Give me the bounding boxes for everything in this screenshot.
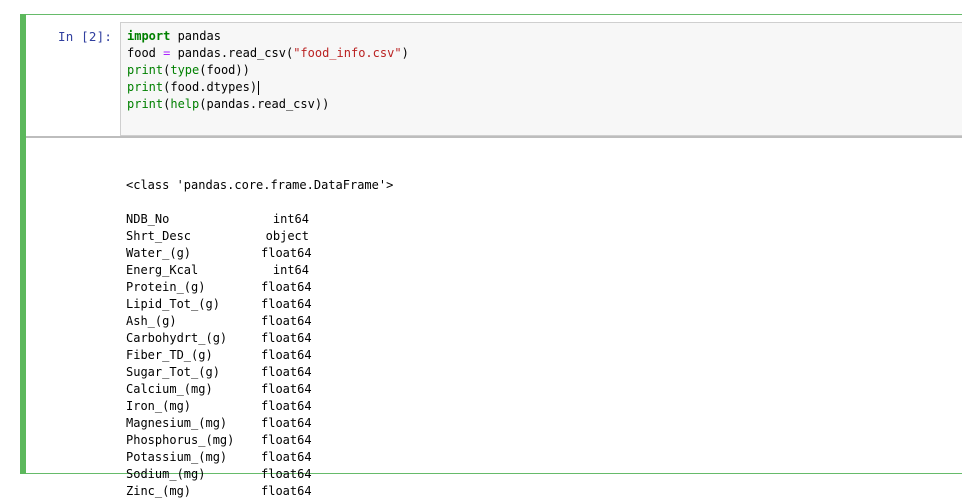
column-dtype: float64: [261, 365, 312, 379]
column-dtype: float64: [261, 348, 312, 362]
column-name: Phosphorus_(mg): [126, 433, 235, 447]
input-prompt: In [2]:: [58, 29, 113, 44]
dtype-row: Energ_Kcal int64: [126, 262, 393, 279]
column-name: Sodium_(mg): [126, 467, 206, 481]
column-name: Protein_(g): [126, 280, 206, 294]
column-dtype: float64: [261, 484, 312, 498]
column-name: Sugar_Tot_(g): [126, 365, 220, 379]
output-class-line: <class 'pandas.core.frame.DataFrame'>: [126, 178, 394, 192]
code-line[interactable]: print(help(pandas.read_csv)): [127, 96, 409, 113]
code-token: pandas.read_csv(: [170, 46, 294, 60]
dtype-row: Zinc_(mg) float64: [126, 483, 393, 500]
dtype-row: Calcium_(mg) float64: [126, 381, 393, 398]
column-dtype: float64: [261, 399, 312, 413]
column-name: Magnesium_(mg): [126, 416, 228, 430]
code-line[interactable]: food = pandas.read_csv("food_info.csv"): [127, 45, 409, 62]
column-name: Carbohydrt_(g): [126, 331, 228, 345]
column-dtype: int64: [272, 212, 309, 226]
dtype-row: Magnesium_(mg) float64: [126, 415, 393, 432]
column-dtype: float64: [261, 382, 312, 396]
column-dtype: float64: [261, 467, 312, 481]
column-dtype: float64: [261, 246, 312, 260]
column-name: NDB_No: [126, 212, 170, 226]
column-dtype: float64: [261, 450, 312, 464]
code-token: "food_info.csv": [293, 46, 402, 60]
code-token: (pandas.read_csv)): [199, 97, 330, 111]
column-dtype: int64: [272, 263, 309, 277]
dtype-row: Protein_(g) float64: [126, 279, 393, 296]
dtype-row: Sodium_(mg) float64: [126, 466, 393, 483]
column-name: Zinc_(mg): [126, 484, 192, 498]
column-name: Fiber_TD_(g): [126, 348, 213, 362]
column-name: Energ_Kcal: [126, 263, 199, 277]
code-line[interactable]: import pandas: [127, 28, 409, 45]
cell-selected-indicator: [20, 14, 26, 474]
code-token: help: [170, 97, 200, 111]
column-dtype: float64: [261, 297, 312, 311]
column-name: Calcium_(mg): [126, 382, 213, 396]
code-line[interactable]: print(type(food)): [127, 62, 409, 79]
code-token: type: [170, 63, 200, 77]
cell-output: <class 'pandas.core.frame.DataFrame'> ND…: [126, 143, 393, 500]
code-content[interactable]: import pandas food = pandas.read_csv("foo…: [127, 28, 409, 113]
dtype-row: Fiber_TD_(g) float64: [126, 347, 393, 364]
code-token: print: [127, 63, 164, 77]
code-line[interactable]: print(food.dtypes): [127, 79, 409, 96]
column-name: Lipid_Tot_(g): [126, 297, 220, 311]
column-dtype: float64: [261, 280, 312, 294]
column-dtype: float64: [261, 416, 312, 430]
column-dtype: object: [265, 229, 309, 243]
column-name: Ash_(g): [126, 314, 177, 328]
dtype-row: Carbohydrt_(g) float64: [126, 330, 393, 347]
code-token: (food.dtypes): [163, 80, 258, 94]
column-name: Water_(g): [126, 246, 192, 260]
column-dtype: float64: [261, 433, 312, 447]
code-token: import: [127, 29, 171, 43]
code-token: print: [127, 97, 164, 111]
dtype-row: Potassium_(mg) float64: [126, 449, 393, 466]
dtype-row: Phosphorus_(mg) float64: [126, 432, 393, 449]
output-divider: [26, 136, 962, 138]
column-dtype: float64: [261, 331, 312, 345]
code-token: food: [127, 46, 164, 60]
code-token: print: [127, 80, 164, 94]
dtype-row: Ash_(g) float64: [126, 313, 393, 330]
code-token: pandas: [170, 29, 221, 43]
code-token: (food)): [199, 63, 250, 77]
code-token: ): [401, 46, 409, 60]
column-dtype: float64: [261, 314, 312, 328]
column-name: Iron_(mg): [126, 399, 192, 413]
dtype-row: Sugar_Tot_(g) float64: [126, 364, 393, 381]
dtype-row: Shrt_Desc object: [126, 228, 393, 245]
dtype-row: NDB_No int64: [126, 211, 393, 228]
dtype-row: Iron_(mg) float64: [126, 398, 393, 415]
text-cursor: [258, 80, 260, 95]
column-name: Potassium_(mg): [126, 450, 228, 464]
dtype-row: Water_(g) float64: [126, 245, 393, 262]
dtype-row: Lipid_Tot_(g) float64: [126, 296, 393, 313]
column-name: Shrt_Desc: [126, 229, 192, 243]
